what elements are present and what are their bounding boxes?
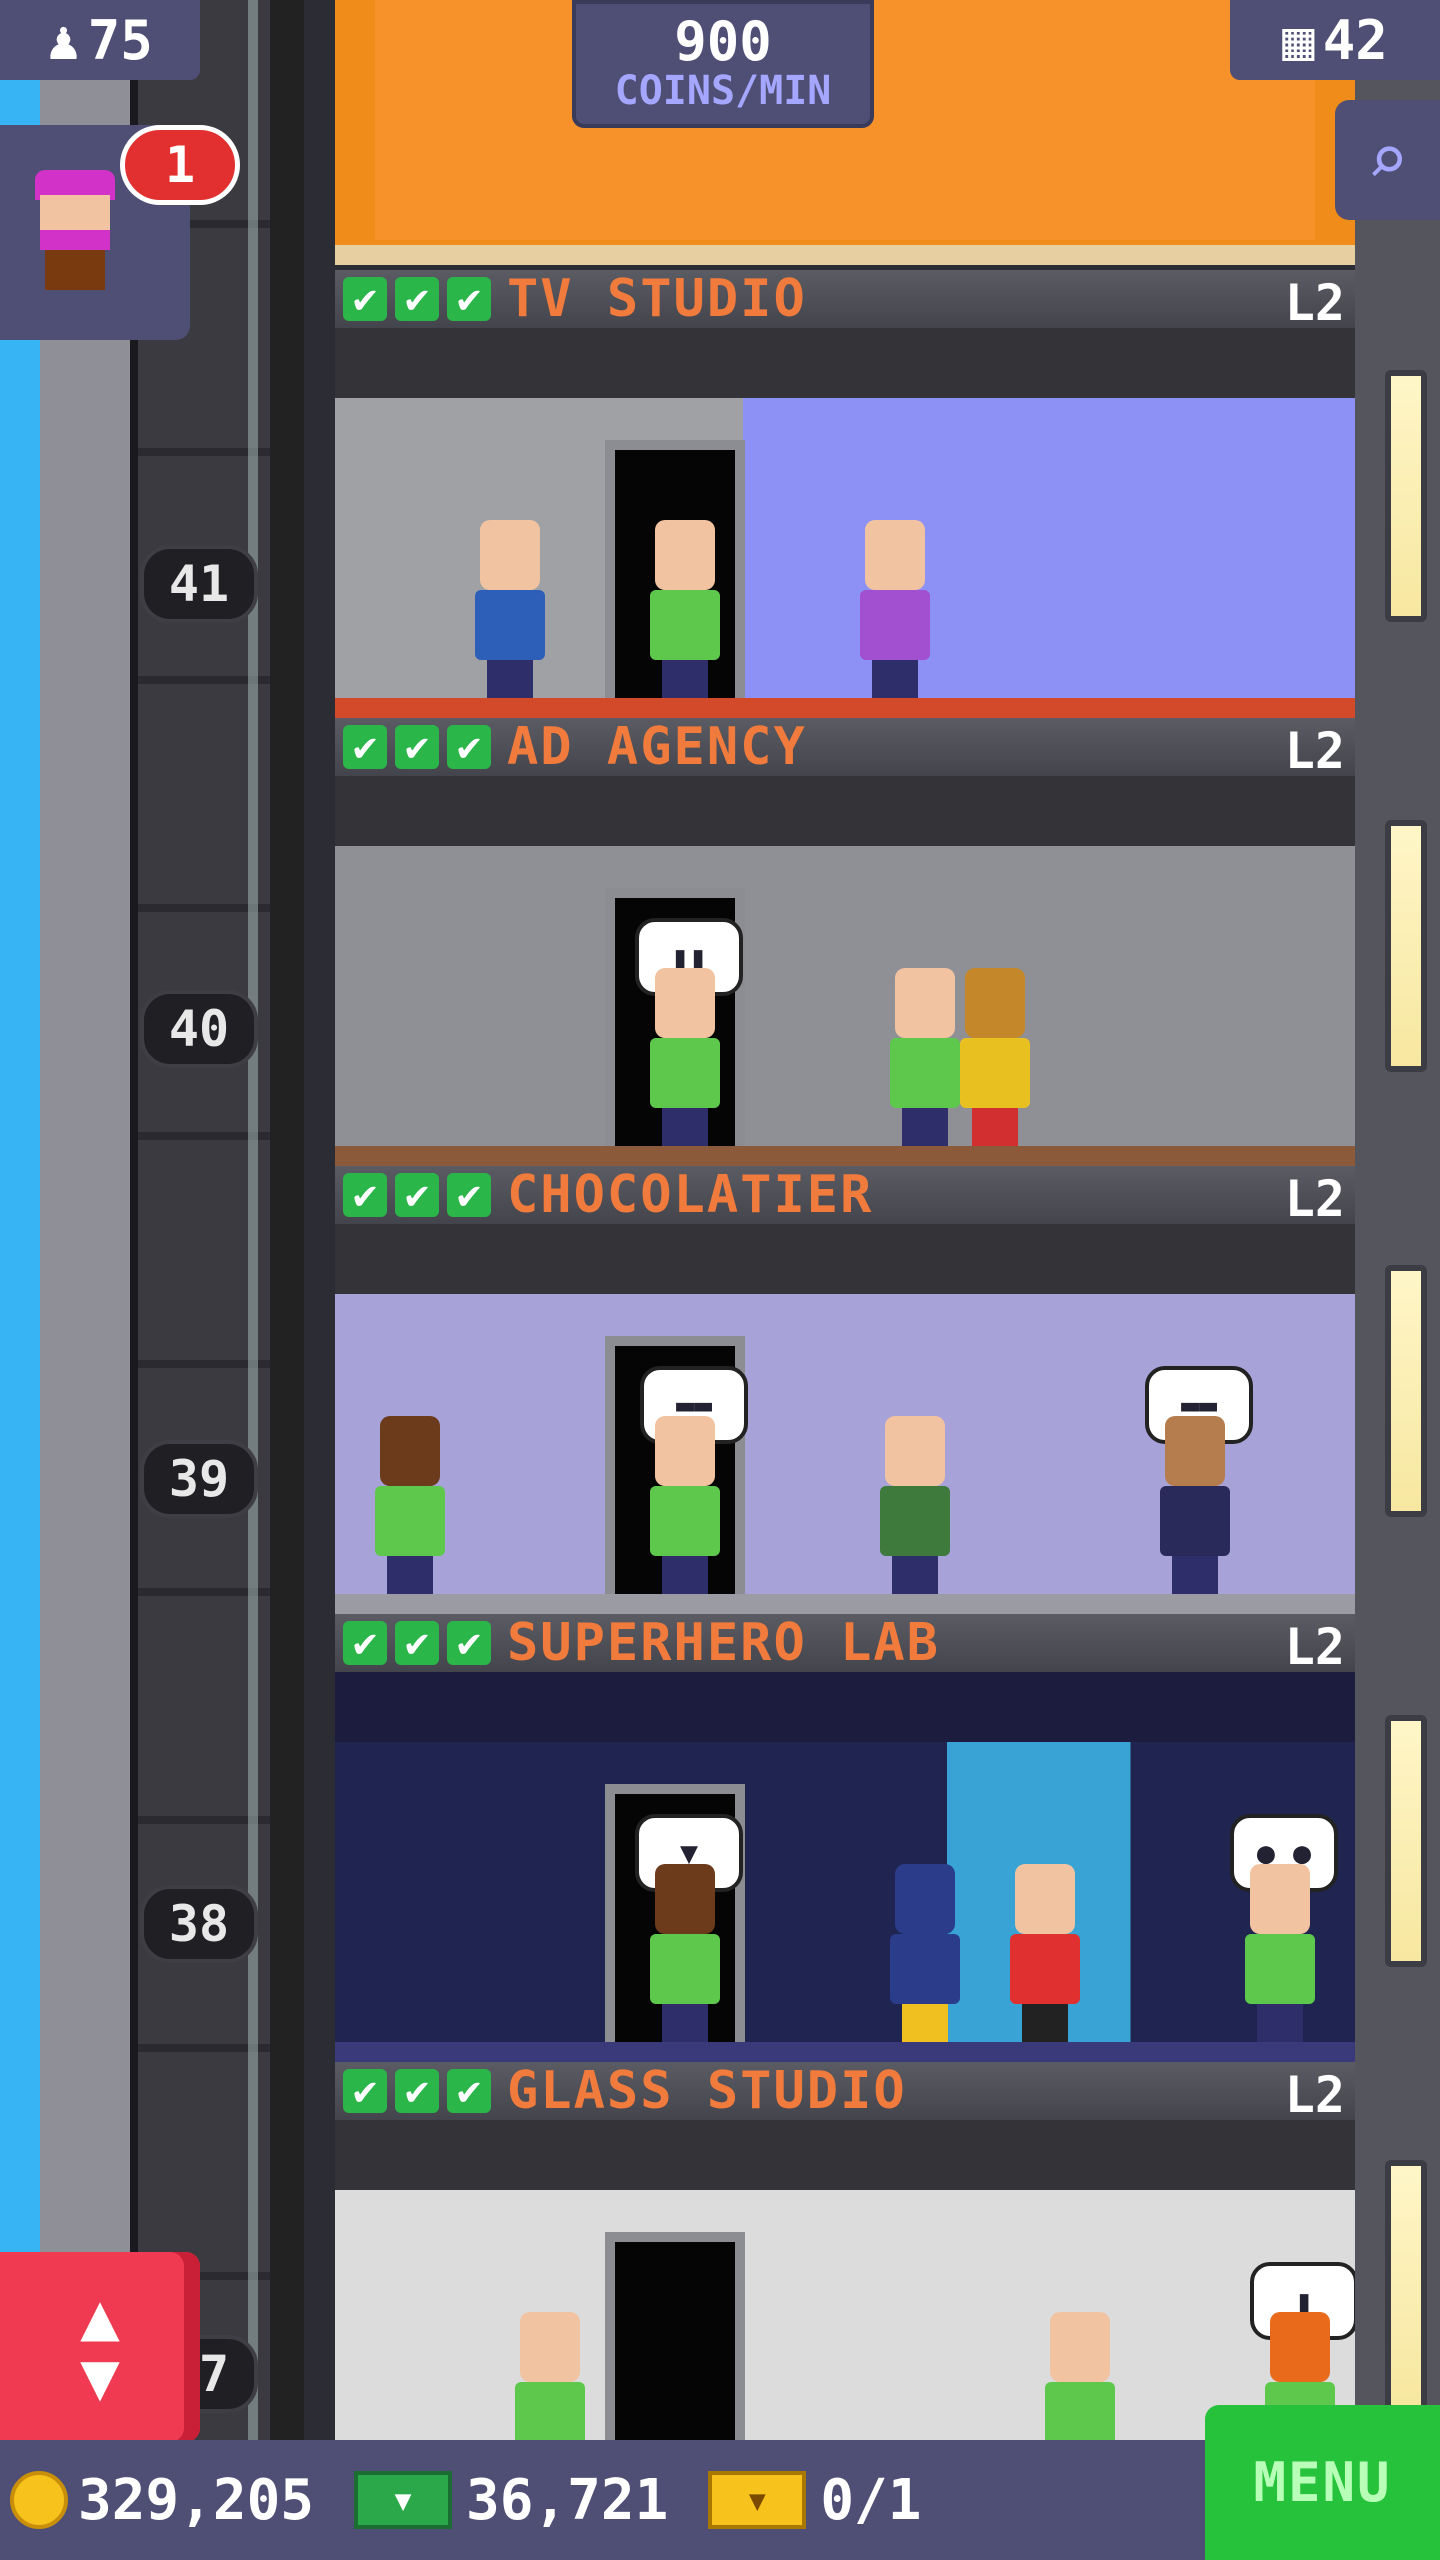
floor-level: L2	[1284, 2066, 1345, 2124]
floor-number-40: 40	[140, 990, 258, 1068]
coins-rate-unit: COINS/MIN	[614, 68, 832, 114]
visitor-avatar	[30, 170, 120, 290]
tower-resident[interactable]	[640, 968, 730, 1148]
coins-value: 329,205	[78, 2467, 315, 2533]
room-interior	[335, 1742, 1355, 2042]
check-icon: ✔	[447, 724, 491, 770]
check-icon: ✔	[395, 724, 439, 770]
check-icon: ✔	[447, 276, 491, 322]
elevator-cable	[248, 0, 258, 2440]
building-icon: ▦	[1282, 8, 1315, 72]
coin-icon	[10, 2471, 68, 2529]
elevator-button[interactable]: ▲ ▼	[0, 2252, 200, 2442]
population-value: 75	[87, 8, 153, 72]
window	[1385, 1265, 1427, 1517]
tickets-value: 0/1	[820, 2467, 922, 2533]
window	[1385, 2160, 1427, 2412]
tower-resident[interactable]	[640, 1416, 730, 1596]
arrow-down-icon: ▼	[80, 2338, 120, 2415]
check-icon: ✔	[395, 1620, 439, 1666]
ceiling	[335, 1672, 1355, 1742]
check-icon: ✔	[395, 1172, 439, 1218]
check-icon: ✔	[343, 276, 387, 322]
tower-resident[interactable]	[640, 520, 730, 700]
check-icon: ✔	[343, 1620, 387, 1666]
search-button[interactable]: ⌕	[1335, 100, 1440, 220]
floor-glass-studio[interactable]: ✔ ✔ ✔ GLASS STUDIO L2 ▮	[335, 2062, 1355, 2442]
floor-level: L2	[1284, 722, 1345, 780]
floors-stat[interactable]: ▦ 42	[1230, 0, 1440, 80]
tower-resident[interactable]	[870, 1416, 960, 1596]
tower-resident[interactable]	[1000, 1864, 1090, 2044]
floor-name: CHOCOLATIER	[507, 1166, 874, 1225]
ceiling	[335, 776, 1355, 846]
check-icon: ✔	[447, 1172, 491, 1218]
floor-name: TV STUDIO	[507, 270, 807, 329]
tower-resident[interactable]	[950, 968, 1040, 1148]
population-stat[interactable]: ♟ 75	[0, 0, 200, 80]
floors-count: 42	[1322, 8, 1388, 72]
tower-resident[interactable]	[1150, 1416, 1240, 1596]
menu-button[interactable]: MENU	[1205, 2405, 1440, 2560]
tower-resident[interactable]	[505, 2312, 595, 2442]
tower-resident[interactable]	[850, 520, 940, 700]
check-icon: ✔	[447, 1620, 491, 1666]
floor-superhero-lab[interactable]: ✔ ✔ ✔ SUPERHERO LAB L2 ▼ ● ●	[335, 1614, 1355, 2062]
tower-resident[interactable]	[365, 1416, 455, 1596]
floor-name: GLASS STUDIO	[507, 2062, 907, 2121]
window	[1385, 370, 1427, 622]
floor-tv-studio[interactable]: ✔ ✔ ✔ TV STUDIO L2	[335, 270, 1355, 718]
tower-resident[interactable]	[640, 1864, 730, 2044]
room-interior	[335, 846, 1355, 1146]
floor-name: SUPERHERO LAB	[507, 1614, 940, 1673]
floor-header: ✔ ✔ ✔ CHOCOLATIER L2	[335, 1166, 1355, 1228]
ceiling	[335, 1224, 1355, 1294]
floor-name: AD AGENCY	[507, 718, 807, 777]
people-icon: ♟	[47, 8, 80, 72]
floor-header: ✔ ✔ ✔ GLASS STUDIO L2	[335, 2062, 1355, 2124]
notification-badge: 1	[120, 125, 240, 205]
floor-ad-agency[interactable]: ✔ ✔ ✔ AD AGENCY L2 ▮▮	[335, 718, 1355, 1166]
bux-value: 36,721	[466, 2467, 669, 2533]
floor-header: ✔ ✔ ✔ AD AGENCY L2	[335, 718, 1355, 780]
floor-door	[605, 2232, 745, 2442]
floor-number-38: 38	[140, 1885, 258, 1963]
window	[1385, 1715, 1427, 1967]
floor-level: L2	[1284, 1170, 1345, 1228]
floor-base	[335, 698, 1355, 718]
floor-base	[335, 1594, 1355, 1614]
window	[1385, 820, 1427, 1072]
tower-resident[interactable]	[1035, 2312, 1125, 2442]
elevator-rail	[270, 0, 304, 2440]
ceiling	[335, 2120, 1355, 2190]
check-icon: ✔	[395, 2068, 439, 2114]
top-floor-base	[335, 245, 1355, 265]
tower-resident[interactable]	[1235, 1864, 1325, 2044]
floor-base	[335, 1146, 1355, 1166]
floor-header: ✔ ✔ ✔ SUPERHERO LAB L2	[335, 1614, 1355, 1676]
floor-number-41: 41	[140, 545, 258, 623]
check-icon: ✔	[343, 2068, 387, 2114]
ceiling	[335, 328, 1355, 398]
room-interior	[335, 2190, 1355, 2442]
check-icon: ✔	[343, 724, 387, 770]
floor-number-39: 39	[140, 1440, 258, 1518]
coins-rate-panel[interactable]: 900 COINS/MIN	[572, 0, 874, 128]
floor-header: ✔ ✔ ✔ TV STUDIO L2	[335, 270, 1355, 332]
tower-right-wall	[1355, 0, 1440, 2440]
coins-rate-value: 900	[674, 10, 772, 73]
floor-level: L2	[1284, 274, 1345, 332]
ticket-icon: ▼	[708, 2471, 807, 2529]
floor-level: L2	[1284, 1618, 1345, 1676]
check-icon: ✔	[447, 2068, 491, 2114]
magnifier-icon: ⌕	[1366, 119, 1409, 201]
check-icon: ✔	[343, 1172, 387, 1218]
check-icon: ✔	[395, 276, 439, 322]
tower-resident[interactable]	[880, 1864, 970, 2044]
floor-base	[335, 2042, 1355, 2062]
tower-resident[interactable]	[465, 520, 555, 700]
bux-icon: ▼	[354, 2471, 453, 2529]
floor-chocolatier[interactable]: ✔ ✔ ✔ CHOCOLATIER L2 ▬▬ ▬▬	[335, 1166, 1355, 1614]
